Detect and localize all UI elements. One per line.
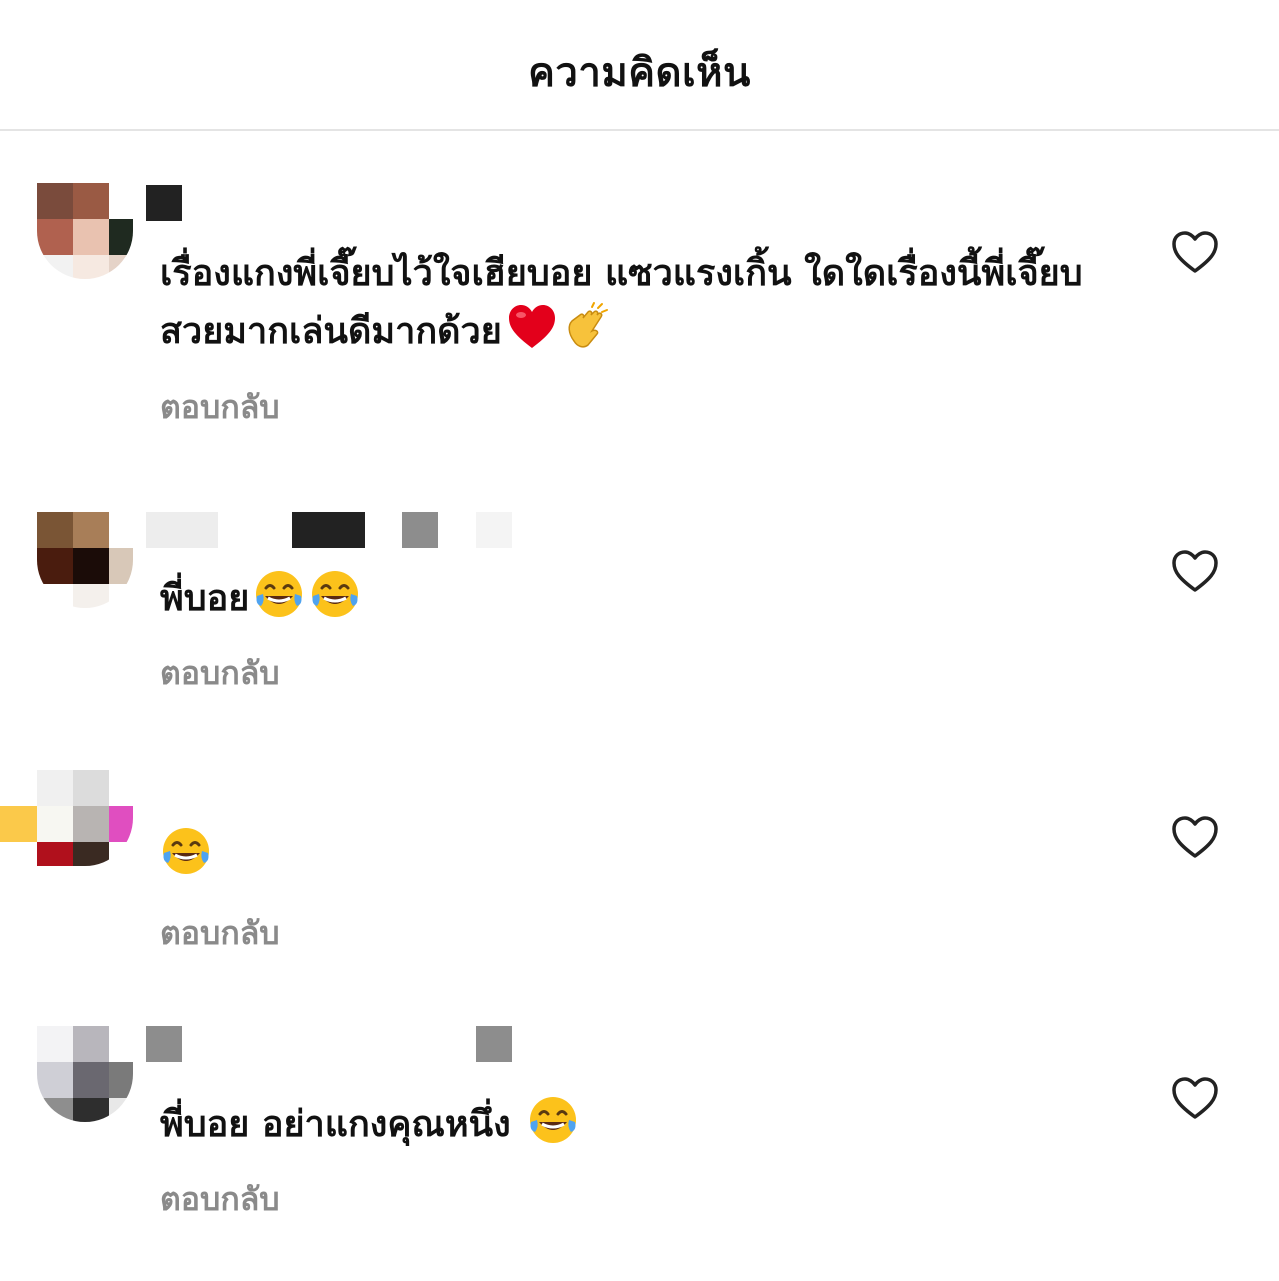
reply-button[interactable]: ตอบกลับ: [160, 382, 280, 433]
reply-button[interactable]: ตอบกลับ: [160, 908, 280, 959]
like-heart-icon[interactable]: [1170, 814, 1220, 860]
page-title: ความคิดเห็น: [528, 50, 751, 96]
tears-of-joy-emoji: [312, 571, 359, 617]
tears-of-joy-emoji: [163, 828, 209, 874]
tears-of-joy-emoji: [256, 571, 303, 617]
comment-text: พี่บอย: [160, 568, 1120, 626]
clapping-hands-emoji: [568, 302, 608, 348]
like-heart-icon[interactable]: [1170, 229, 1220, 275]
comments-header: ความคิดเห็น: [0, 0, 1279, 131]
story-ring-fragment: [0, 806, 37, 842]
avatar[interactable]: [37, 183, 133, 279]
reply-button[interactable]: ตอบกลับ: [160, 648, 280, 699]
comment-text: [160, 825, 1120, 883]
avatar[interactable]: [37, 770, 133, 866]
comment-text: เรื่องแกงพี่เจี๊ยบไว้ใจเฮียบอย แซวแรงเกิ…: [160, 253, 1083, 352]
red-heart-emoji: [508, 305, 555, 348]
username-redacted[interactable]: [146, 1026, 516, 1062]
like-heart-icon[interactable]: [1170, 548, 1220, 594]
tears-of-joy-emoji: [530, 1097, 577, 1143]
comment-text: พี่บอย อย่าแกงคุณหนึ่ง: [160, 1094, 1120, 1152]
reply-button[interactable]: ตอบกลับ: [160, 1174, 280, 1225]
avatar[interactable]: [37, 512, 133, 608]
username-redacted[interactable]: [146, 185, 186, 221]
username-redacted[interactable]: [146, 512, 526, 548]
avatar[interactable]: [37, 1026, 133, 1122]
like-heart-icon[interactable]: [1170, 1075, 1220, 1121]
